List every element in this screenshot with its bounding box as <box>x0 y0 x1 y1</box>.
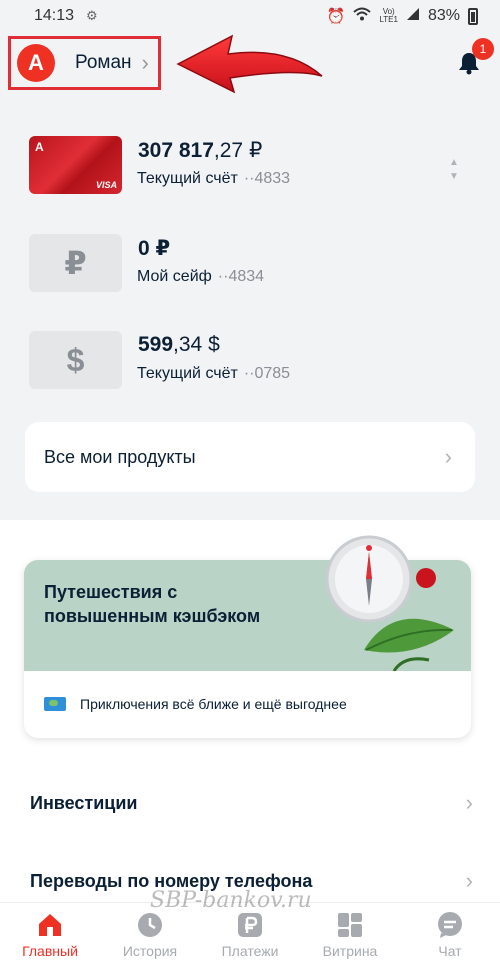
all-products-button[interactable]: Все мои продукты › <box>25 422 475 492</box>
header: А Роман › 1 <box>0 32 500 94</box>
battery-icon <box>468 7 478 25</box>
card-thumbnail: А VISA <box>29 136 122 194</box>
site-watermark: SBP-bankov.ru <box>150 888 312 913</box>
ruble-icon: ₽ <box>29 234 122 292</box>
account-type: Текущий счёт <box>137 170 238 187</box>
chevron-right-icon: › <box>465 868 473 893</box>
all-products-label: Все мои продукты <box>44 446 196 467</box>
balance-int: 0 ₽ <box>138 237 171 260</box>
settings-status-icon: ⚙ <box>86 8 98 23</box>
account-row[interactable]: А VISA 307 817,27 ₽ Текущий счёт ··4833 ▲… <box>0 136 500 206</box>
chevron-right-icon: › <box>444 444 452 469</box>
map-icon <box>44 697 66 711</box>
status-icons: ⏰ Vo) LTE1 83% <box>327 7 478 26</box>
account-type: Мой сейф <box>137 268 212 285</box>
dollar-icon: $ <box>29 331 122 389</box>
tab-label: Платежи <box>221 943 279 959</box>
network-label: Vo) LTE1 <box>379 8 398 24</box>
chat-icon <box>438 912 462 938</box>
card-logo: А <box>35 140 44 154</box>
notification-badge: 1 <box>472 38 494 60</box>
account-mask: ··4834 <box>217 268 265 285</box>
berry-leaf-decoration <box>364 568 454 671</box>
account-row[interactable]: $ 599,34 $ Текущий счёт ··0785 <box>0 331 500 401</box>
tab-label: Витрина <box>322 943 378 959</box>
wifi-icon <box>353 7 372 26</box>
status-bar: 14:13 ⚙ ⏰ Vo) LTE1 83% <box>0 0 500 32</box>
visa-logo: VISA <box>95 180 117 190</box>
tab-label: Чат <box>438 943 462 959</box>
network-label-bottom: LTE1 <box>379 15 398 24</box>
account-label: Текущий счёт ··4833 <box>137 170 290 188</box>
clock-icon <box>138 913 162 937</box>
account-mask: ··0785 <box>243 365 291 382</box>
promo-subtitle-row: Приключения всё ближе и ещё выгоднее <box>44 696 347 712</box>
chevron-right-icon: › <box>465 790 473 815</box>
account-balance: 307 817,27 ₽ <box>138 138 262 163</box>
balance-int: 307 817 <box>138 139 214 162</box>
tab-showcase[interactable]: Витрина <box>300 903 400 967</box>
tab-main[interactable]: Главный <box>0 903 100 967</box>
alarm-icon: ⏰ <box>326 8 346 25</box>
account-balance: 599,34 $ <box>138 333 220 357</box>
promo-subtitle: Приключения всё ближе и ещё выгоднее <box>80 696 347 712</box>
balance-frac: ,27 ₽ <box>213 139 263 162</box>
account-type: Текущий счёт <box>137 365 238 382</box>
account-mask: ··4833 <box>243 170 291 187</box>
signal-icon <box>406 7 420 26</box>
tab-label: Главный <box>22 943 78 959</box>
balance-frac: ,34 $ <box>173 333 220 356</box>
home-icon <box>39 914 61 936</box>
promo-title: Путешествия с повышенным кэшбэком <box>44 582 261 626</box>
user-name: Роман <box>75 52 132 73</box>
chevron-right-icon: › <box>141 50 149 75</box>
tab-label: История <box>122 943 178 959</box>
tab-chat[interactable]: Чат <box>400 903 500 967</box>
bank-logo: А <box>17 44 55 82</box>
battery-percent: 83% <box>427 7 460 24</box>
status-time: 14:13 <box>34 7 75 24</box>
account-balance: 0 ₽ <box>138 236 170 261</box>
grid-icon <box>338 913 362 937</box>
promo-banner[interactable]: Путешествия с повышенным кэшбэком Приклю… <box>24 535 471 738</box>
account-label: Мой сейф ··4834 <box>137 268 264 286</box>
profile-button[interactable]: А Роман › <box>8 36 161 90</box>
reorder-icon[interactable]: ▲ ▼ <box>449 156 459 184</box>
list-item-label: Инвестиции <box>30 792 138 813</box>
account-label: Текущий счёт ··0785 <box>137 365 290 383</box>
red-arrow-annotation <box>176 34 323 94</box>
account-row[interactable]: ₽ 0 ₽ Мой сейф ··4834 <box>0 234 500 304</box>
ruble-icon <box>238 913 262 937</box>
investments-row[interactable]: Инвестиции › <box>0 783 500 823</box>
balance-int: 599 <box>138 333 174 356</box>
